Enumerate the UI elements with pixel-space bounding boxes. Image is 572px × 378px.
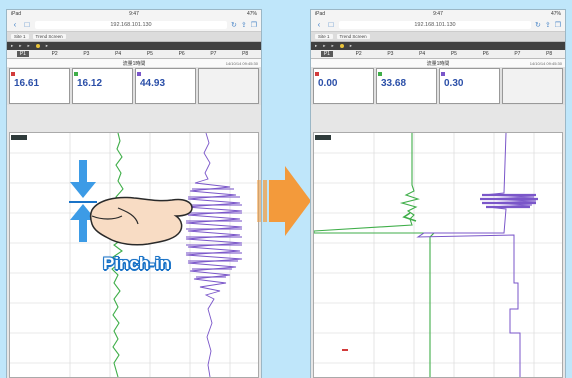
tabs-icon[interactable]: ❐: [555, 21, 561, 29]
p-tab-5[interactable]: P5: [144, 51, 156, 57]
bookmarks-icon[interactable]: □: [327, 20, 335, 29]
p-tab-2[interactable]: P2: [353, 51, 365, 57]
timestamp: 14/10/14 09:45:30: [225, 60, 258, 66]
status-time: 9:47: [433, 11, 443, 17]
url-field[interactable]: 192.168.101.130: [339, 20, 531, 29]
reload-icon[interactable]: ↻: [231, 21, 237, 29]
timestamp: 14/10/14 09:45:30: [529, 60, 562, 66]
status-dot-icon: [35, 44, 40, 48]
status-bar: iPad 9:47 47%: [311, 10, 565, 18]
swatch-icon: [378, 71, 382, 76]
value-panel-1[interactable]: 0.00: [313, 68, 374, 104]
share-icon[interactable]: ⇪: [545, 21, 551, 29]
p-tab-1[interactable]: P1: [16, 51, 29, 57]
browser-toolbar: ‹ □ 192.168.101.130 ↻ ⇪ ❐: [7, 18, 261, 32]
app-tab-trend[interactable]: Trend Screen: [32, 34, 66, 39]
p-tab-4[interactable]: P4: [112, 51, 124, 57]
back-icon[interactable]: ‹: [315, 20, 323, 29]
p-tab-4[interactable]: P4: [416, 51, 428, 57]
swatch-icon: [137, 71, 141, 76]
panel-value: 44.93: [140, 78, 166, 89]
value-panel-4[interactable]: [198, 68, 259, 104]
value-panel-1[interactable]: 16.61: [9, 68, 70, 104]
p-tab-6[interactable]: P6: [176, 51, 188, 57]
pinch-in-label: Pinch-in: [103, 254, 171, 273]
status-carrier: iPad: [315, 11, 326, 17]
tablet-right: iPad 9:47 47% ‹ □ 192.168.101.130 ↻ ⇪ ❐ …: [311, 10, 565, 378]
panel-value: 0.00: [318, 78, 338, 89]
swatch-icon: [74, 71, 78, 76]
swatch-icon: [11, 71, 15, 76]
trend-chart[interactable]: [313, 132, 563, 378]
status-battery: 47%: [550, 11, 561, 17]
app-tabs: Site 1 Trend Screen: [7, 32, 261, 42]
url-field[interactable]: 192.168.101.130: [35, 20, 227, 29]
control-item[interactable]: ▸: [323, 43, 325, 49]
chart-title: 流量1時間: [122, 60, 146, 67]
status-battery: 47%: [246, 11, 257, 17]
control-item[interactable]: ▸: [11, 43, 13, 49]
panel-value: 0.30: [444, 78, 464, 89]
browser-toolbar: ‹ □ 192.168.101.130 ↻ ⇪ ❐: [311, 18, 565, 32]
status-bar: iPad 9:47 47%: [7, 10, 261, 18]
purple-trace: [185, 133, 243, 377]
p-tab-7[interactable]: P7: [511, 51, 523, 57]
p-tab-2[interactable]: P2: [49, 51, 61, 57]
p-tab-1[interactable]: P1: [320, 51, 333, 57]
status-time: 9:47: [129, 11, 139, 17]
value-panel-2[interactable]: 16.12: [72, 68, 133, 104]
app-tab-site[interactable]: Site 1: [315, 34, 333, 39]
red-marker: [342, 349, 348, 351]
status-dot-icon: [339, 44, 344, 48]
value-panel-2[interactable]: 33.68: [376, 68, 437, 104]
control-item[interactable]: ▸: [332, 43, 334, 49]
p-tab-bar: P1 P2 P3 P4 P5 P6 P7 P8: [311, 50, 565, 59]
control-bar: ▸ ▸ ▸ ▸: [7, 42, 261, 50]
chart-title: 流量1時間: [426, 60, 450, 67]
value-panel-3[interactable]: 0.30: [439, 68, 500, 104]
trend-chart-svg: [314, 133, 562, 377]
app-tab-trend[interactable]: Trend Screen: [336, 34, 370, 39]
panel-value: 33.68: [381, 78, 407, 89]
bookmarks-icon[interactable]: □: [23, 20, 31, 29]
share-icon[interactable]: ⇪: [241, 21, 247, 29]
app-tabs: Site 1 Trend Screen: [311, 32, 565, 42]
time-label: [11, 135, 27, 140]
p-tab-8[interactable]: P8: [543, 51, 555, 57]
swatch-icon: [441, 71, 445, 76]
p-tab-5[interactable]: P5: [448, 51, 460, 57]
time-label: [315, 135, 331, 140]
transition-arrow-icon: [257, 166, 311, 236]
swatch-icon: [315, 71, 319, 76]
control-bar: ▸ ▸ ▸ ▸: [311, 42, 565, 50]
p-tab-3[interactable]: P3: [384, 51, 396, 57]
value-panels: 16.61 16.12 44.93: [7, 67, 261, 105]
p-tab-8[interactable]: P8: [239, 51, 251, 57]
p-tab-7[interactable]: P7: [207, 51, 219, 57]
p-tab-bar: P1 P2 P3 P4 P5 P6 P7 P8: [7, 50, 261, 59]
chart-title-row: 流量1時間 14/10/14 09:45:30: [7, 59, 261, 67]
value-panel-3[interactable]: 44.93: [135, 68, 196, 104]
control-item[interactable]: ▸: [350, 43, 352, 49]
control-item[interactable]: ▸: [19, 43, 21, 49]
control-item[interactable]: ▸: [46, 43, 48, 49]
reload-icon[interactable]: ↻: [535, 21, 541, 29]
status-carrier: iPad: [11, 11, 22, 17]
control-item[interactable]: ▸: [315, 43, 317, 49]
value-panels: 0.00 33.68 0.30: [311, 67, 565, 105]
back-icon[interactable]: ‹: [11, 20, 19, 29]
app-tab-site[interactable]: Site 1: [11, 34, 29, 39]
p-tab-6[interactable]: P6: [480, 51, 492, 57]
value-panel-4[interactable]: [502, 68, 563, 104]
hand-icon: [89, 196, 193, 246]
panel-value: 16.12: [77, 78, 103, 89]
chart-title-row: 流量1時間 14/10/14 09:45:30: [311, 59, 565, 67]
control-item[interactable]: ▸: [28, 43, 30, 49]
purple-trace: [416, 133, 537, 377]
panel-value: 16.61: [14, 78, 40, 89]
tabs-icon[interactable]: ❐: [251, 21, 257, 29]
p-tab-3[interactable]: P3: [80, 51, 92, 57]
